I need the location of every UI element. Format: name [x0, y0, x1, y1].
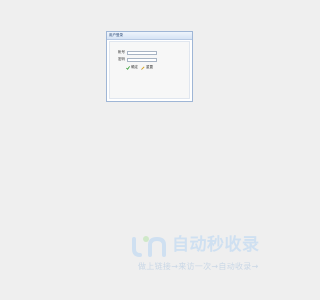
dialog-actions: 确定 重置 — [126, 65, 153, 70]
dialog-title: 用户登录 — [107, 32, 192, 40]
login-dialog: 用户登录 帐号 密码 确定 重置 — [106, 31, 193, 102]
logo-icon: JR — [132, 236, 166, 257]
login-button[interactable]: 确定 — [126, 65, 138, 70]
password-input[interactable] — [127, 57, 157, 62]
username-row: 帐号 — [118, 50, 157, 55]
watermark-subtitle: 做上链接→来访一次→自动收录→ — [138, 262, 259, 271]
username-label: 帐号 — [118, 50, 125, 54]
username-input[interactable] — [127, 50, 157, 55]
checkmark-icon — [126, 65, 130, 70]
pencil-icon — [141, 65, 145, 70]
reset-button[interactable]: 重置 — [141, 65, 153, 70]
page: 用户登录 帐号 密码 确定 重置 JR 自动秒收录 做上链接→来访一次→自动收录… — [0, 0, 300, 300]
reset-button-label: 重置 — [146, 65, 153, 69]
login-button-label: 确定 — [131, 65, 138, 69]
watermark: JR 自动秒收录 做上链接→来访一次→自动收录→ — [130, 232, 280, 276]
password-label: 密码 — [118, 57, 125, 61]
password-row: 密码 — [118, 57, 157, 62]
watermark-title: 自动秒收录 — [172, 235, 260, 255]
